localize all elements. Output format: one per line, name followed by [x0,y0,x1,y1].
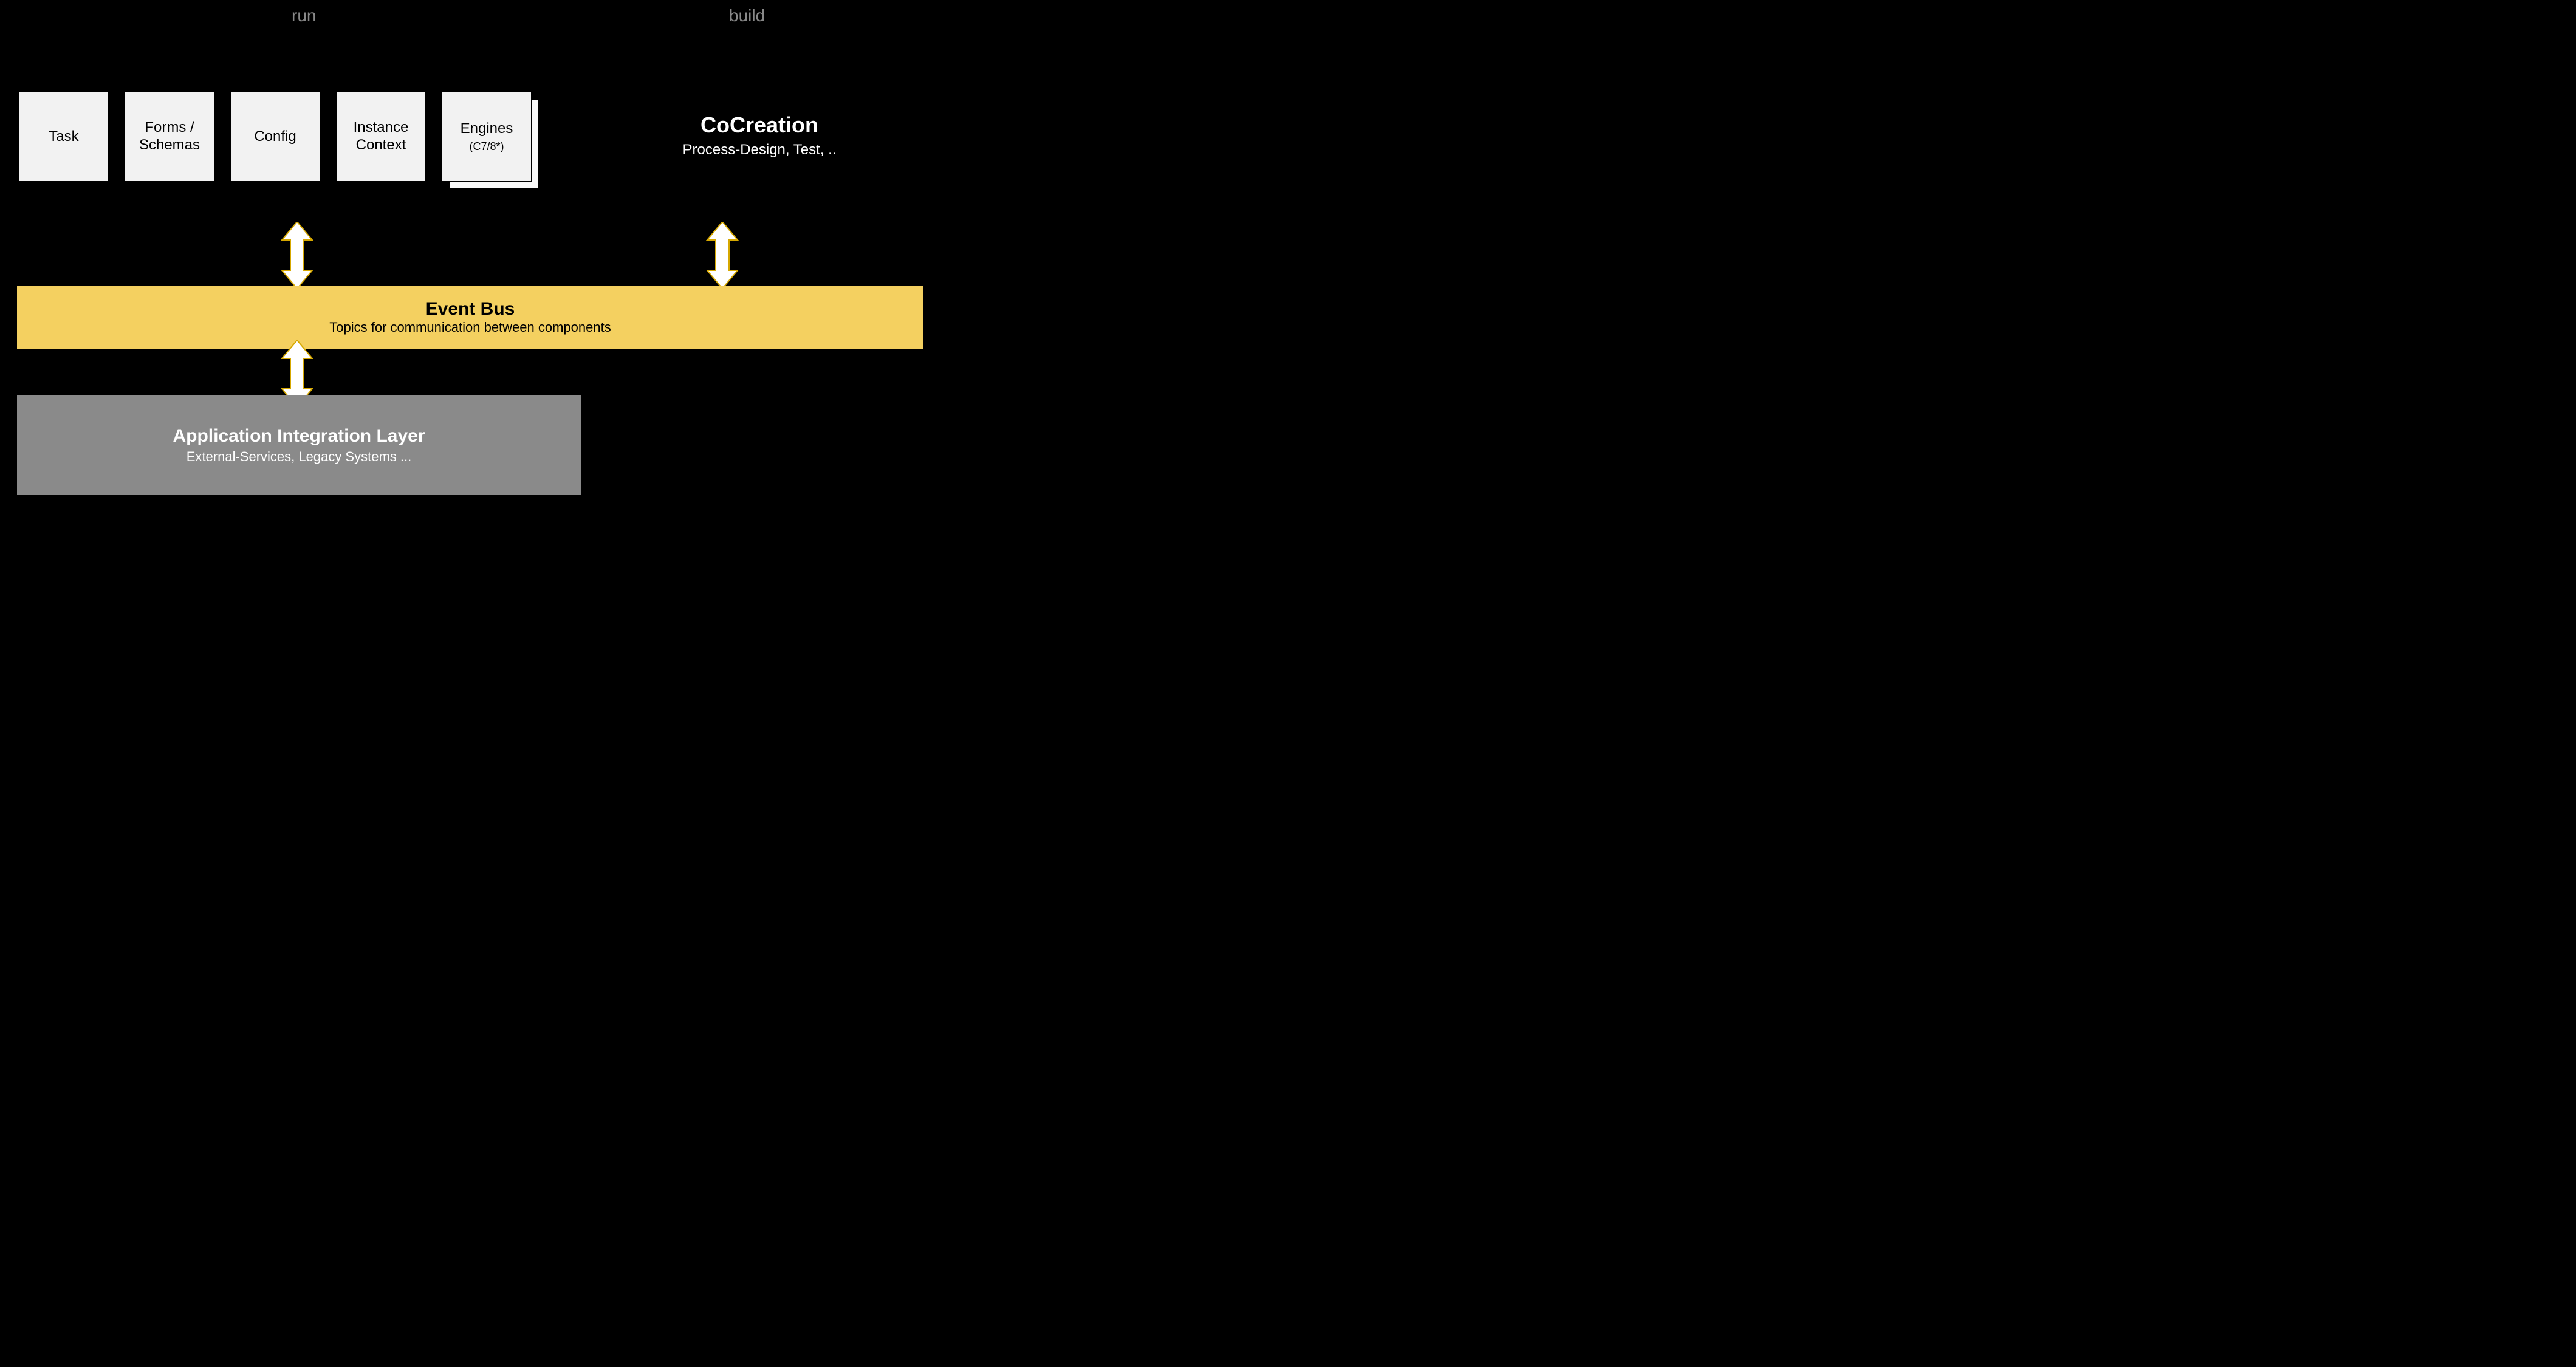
components-row: Task Forms / Schemas Config Instance Con… [18,91,540,190]
component-forms-schemas: Forms / Schemas [124,91,215,182]
component-label: Instance Context [340,119,422,154]
component-label: Forms / Schemas [129,119,210,154]
event-bus-title: Event Bus [17,299,923,320]
event-bus-block: Event Bus Topics for communication betwe… [17,286,923,349]
double-arrow-icon [279,222,315,289]
app-layer-title: Application Integration Layer [17,426,581,447]
component-engines-stack: Engines (C7/8*) [441,91,540,190]
cocreation-title: CoCreation [608,112,911,138]
cocreation-block: CoCreation Process-Design, Test, .. [608,112,911,159]
component-engines: Engines (C7/8*) [441,91,532,182]
app-integration-layer-block: Application Integration Layer External-S… [17,395,581,495]
double-arrow-icon [705,222,740,289]
section-label-run: run [292,6,316,26]
component-label: Config [254,128,296,146]
cocreation-subtitle: Process-Design, Test, .. [608,142,911,159]
section-label-build: build [729,6,765,26]
app-layer-subtitle: External-Services, Legacy Systems ... [17,449,581,465]
component-label: Task [49,128,78,146]
component-task: Task [18,91,109,182]
component-instance-context: Instance Context [335,91,426,182]
component-sublabel: (C7/8*) [469,140,504,154]
component-label: Engines [461,120,513,138]
component-config: Config [230,91,321,182]
event-bus-subtitle: Topics for communication between compone… [17,320,923,335]
